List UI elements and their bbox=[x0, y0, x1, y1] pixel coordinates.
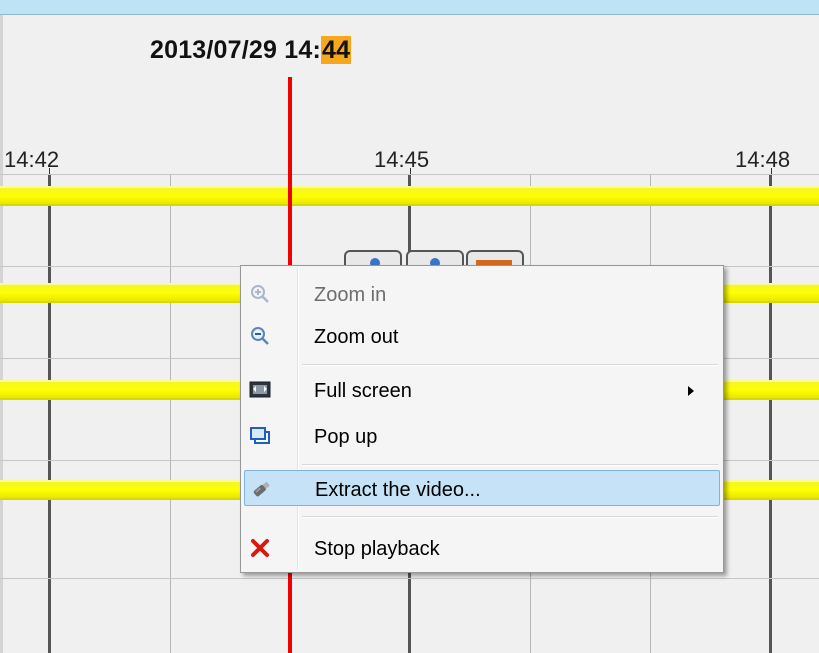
zoom-out-icon bbox=[249, 325, 271, 347]
menu-item-pop-up[interactable]: Pop up bbox=[244, 418, 720, 454]
current-time-label: 2013/07/29 14:44 bbox=[150, 36, 352, 65]
current-time-prefix: 2013/07/29 14: bbox=[150, 36, 322, 64]
grid-row-line bbox=[0, 578, 819, 579]
menu-separator bbox=[302, 364, 718, 366]
tick-label-1448: 14:48 bbox=[735, 147, 791, 172]
zoom-in-icon bbox=[249, 283, 271, 305]
menu-label: Stop playback bbox=[314, 538, 440, 560]
menu-item-full-screen[interactable]: Full screen bbox=[244, 372, 720, 408]
top-strip bbox=[0, 0, 819, 15]
menu-label: Extract the video... bbox=[315, 479, 481, 501]
menu-label: Zoom out bbox=[314, 326, 399, 348]
grid-line-major bbox=[769, 174, 772, 653]
menu-item-zoom-in[interactable]: Zoom in bbox=[244, 276, 720, 312]
menu-item-extract-video[interactable]: Extract the video... bbox=[244, 470, 720, 506]
menu-label: Pop up bbox=[314, 426, 378, 448]
submenu-arrow-icon bbox=[688, 386, 694, 396]
grid-line-minor bbox=[170, 174, 171, 653]
full-screen-icon bbox=[249, 379, 271, 401]
menu-label: Full screen bbox=[314, 380, 412, 402]
recording-track-1[interactable] bbox=[0, 186, 819, 206]
tick-label-1445: 14:45 bbox=[374, 147, 430, 172]
stop-x-icon bbox=[249, 537, 271, 559]
pop-up-icon bbox=[249, 425, 271, 447]
menu-separator bbox=[302, 464, 718, 466]
left-border bbox=[0, 15, 3, 653]
current-time-highlight: 44 bbox=[321, 36, 352, 64]
menu-separator bbox=[302, 516, 718, 518]
grid-row-line bbox=[0, 174, 819, 175]
usb-stick-icon bbox=[250, 478, 272, 500]
menu-label: Zoom in bbox=[314, 284, 387, 306]
context-menu: Zoom in Zoom out Full screen Pop up Extr… bbox=[240, 265, 724, 573]
grid-line-major bbox=[48, 174, 51, 653]
menu-item-stop-playback[interactable]: Stop playback bbox=[244, 530, 720, 566]
menu-item-zoom-out[interactable]: Zoom out bbox=[244, 318, 720, 354]
tick-label-1442: 14:42 bbox=[4, 147, 60, 172]
